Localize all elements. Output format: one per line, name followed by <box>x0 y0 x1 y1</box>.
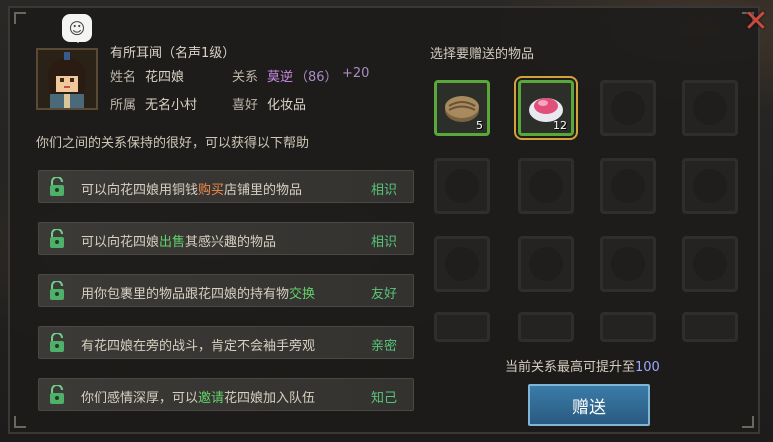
perk-text: 用你包裹里的物品跟花四娘的持有物交换 <box>81 287 316 302</box>
perk-text: 可以向花四娘用铜钱购买店铺里的物品 <box>81 183 303 198</box>
inventory-slot-empty[interactable] <box>682 158 738 214</box>
item-count: 5 <box>476 119 483 132</box>
gift-grid-title: 选择要赠送的物品 <box>430 47 535 62</box>
inventory-slot-empty[interactable] <box>682 236 738 292</box>
perk-level: 亲密 <box>370 339 397 354</box>
perk-row-sell: 可以向花四娘出售其感兴趣的物品 相识 <box>38 222 414 255</box>
inventory-slot-empty[interactable] <box>600 312 656 342</box>
perk-level: 相识 <box>370 183 397 198</box>
perk-text: 有花四娘在旁的战斗，肯定不会袖手旁观 <box>81 339 316 354</box>
perk-level: 友好 <box>370 287 397 302</box>
relation-score: （86） <box>295 70 338 85</box>
perk-text: 可以向花四娘出售其感兴趣的物品 <box>81 235 277 250</box>
inventory-slot-empty[interactable] <box>600 236 656 292</box>
inventory-slot-empty[interactable] <box>518 158 574 214</box>
perk-row-invite: 你们感情深厚，可以邀请花四娘加入队伍 知己 <box>38 378 414 411</box>
inventory-slot-empty[interactable] <box>518 236 574 292</box>
relation-label: 关系 <box>232 70 259 85</box>
item-count: 12 <box>553 119 567 132</box>
relation-hint: 你们之间的关系保持的很好，可以获得以下帮助 <box>36 136 310 151</box>
corner-ornament <box>742 416 754 428</box>
speech-bubble-icon: ☺ <box>62 14 92 43</box>
belong-value: 无名小村 <box>145 98 198 113</box>
unlock-icon <box>50 177 64 196</box>
perk-row-trade: 用你包裹里的物品跟花四娘的持有物交换 友好 <box>38 274 414 307</box>
relation-bonus: +20 <box>342 66 370 81</box>
perk-level: 相识 <box>370 235 397 250</box>
inventory-slot-empty[interactable] <box>434 312 490 342</box>
corner-ornament <box>14 416 26 428</box>
unlock-icon <box>50 229 64 248</box>
close-icon[interactable]: ✕ <box>741 4 771 39</box>
max-relation-info: 当前关系最高可提升至100 <box>505 360 660 375</box>
npc-portrait <box>36 48 98 110</box>
corner-ornament <box>14 12 26 24</box>
give-gift-button[interactable]: 赠送 <box>528 384 650 426</box>
inventory-slot-empty[interactable] <box>682 312 738 342</box>
perk-text: 你们感情深厚，可以邀请花四娘加入队伍 <box>81 391 316 406</box>
inventory-slot-empty[interactable] <box>600 158 656 214</box>
inventory-slot-empty[interactable] <box>518 312 574 342</box>
relation-value: 莫逆 <box>267 70 294 85</box>
inventory-slot-empty[interactable] <box>682 80 738 136</box>
inventory-slot[interactable]: 5 <box>434 80 490 136</box>
inventory-slot-empty[interactable] <box>600 80 656 136</box>
name-value: 花四娘 <box>145 70 185 85</box>
inventory-slot-empty[interactable] <box>434 236 490 292</box>
fame-rank: 有所耳闻（名声1级） <box>110 46 236 61</box>
unlock-icon <box>50 385 64 404</box>
unlock-icon <box>50 281 64 300</box>
like-label: 喜好 <box>232 98 259 113</box>
name-label: 姓名 <box>110 70 137 85</box>
inventory-slot-selected[interactable]: 12 <box>514 76 578 140</box>
unlock-icon <box>50 333 64 352</box>
perk-row-battle: 有花四娘在旁的战斗，肯定不会袖手旁观 亲密 <box>38 326 414 359</box>
perk-level: 知己 <box>370 391 397 406</box>
perk-row-buy: 可以向花四娘用铜钱购买店铺里的物品 相识 <box>38 170 414 203</box>
belong-label: 所属 <box>110 98 137 113</box>
like-value: 化妆品 <box>267 98 307 113</box>
inventory-slot-empty[interactable] <box>434 158 490 214</box>
